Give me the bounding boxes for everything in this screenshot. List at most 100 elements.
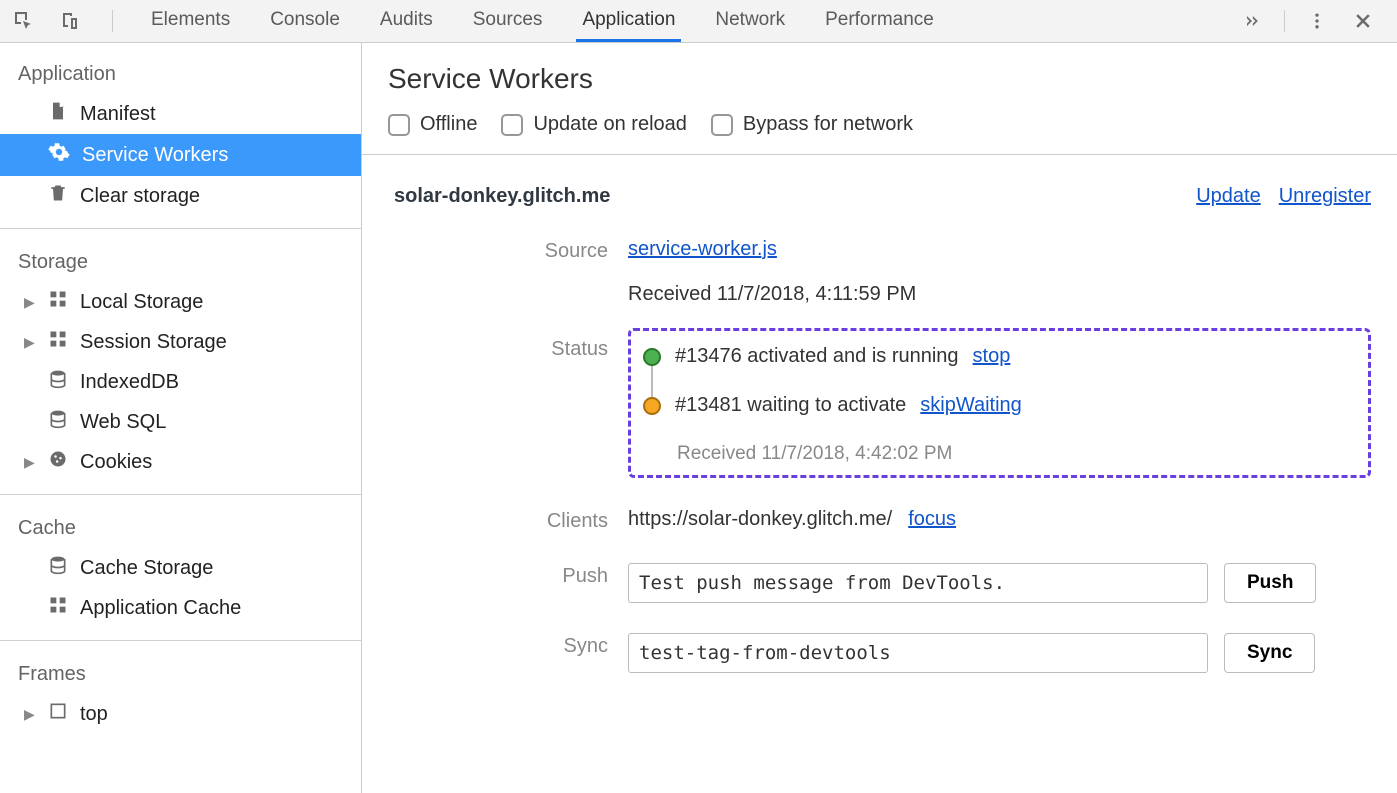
sync-label: Sync: [388, 633, 608, 658]
source-label: Source: [388, 238, 608, 263]
sidebar-item-label: Clear storage: [80, 185, 200, 208]
checkbox-bypass-for-network[interactable]: Bypass for network: [711, 113, 913, 136]
checkbox-offline[interactable]: Offline: [388, 113, 477, 136]
checkbox-icon: [501, 114, 523, 136]
push-label: Push: [388, 563, 608, 588]
tab-console[interactable]: Console: [264, 0, 346, 42]
page-title: Service Workers: [388, 63, 1371, 95]
tab-bar: Elements Console Audits Sources Application N…: [145, 0, 940, 42]
focus-link[interactable]: focus: [908, 508, 956, 531]
db-icon: [48, 369, 68, 395]
grid-icon: [48, 329, 68, 355]
sidebar-item-top[interactable]: ▶ top: [0, 694, 361, 734]
tab-sources[interactable]: Sources: [467, 0, 549, 42]
stop-link[interactable]: stop: [973, 345, 1011, 368]
frame-icon: [48, 701, 68, 727]
chevron-right-icon: ▶: [24, 454, 36, 471]
tab-network[interactable]: Network: [709, 0, 791, 42]
checkbox-label: Update on reload: [533, 113, 686, 136]
main: ApplicationManifestService WorkersClear …: [0, 43, 1397, 793]
gear-icon: [48, 141, 70, 169]
status-value: #13476 activated and is running stop #13…: [628, 336, 1371, 478]
status-line-active: #13476 activated and is running stop: [643, 345, 1350, 368]
update-link[interactable]: Update: [1196, 185, 1261, 208]
grid-icon: [48, 289, 68, 315]
sidebar-item-manifest[interactable]: Manifest: [0, 94, 361, 134]
checkbox-icon: [388, 114, 410, 136]
unregister-link[interactable]: Unregister: [1279, 185, 1371, 208]
push-input[interactable]: [628, 563, 1208, 603]
separator: [1284, 10, 1285, 32]
sidebar-item-label: Session Storage: [80, 331, 227, 354]
sync-input[interactable]: [628, 633, 1208, 673]
chevron-right-icon: ▶: [24, 294, 36, 311]
device-icon[interactable]: [56, 7, 84, 35]
checkbox-label: Offline: [420, 113, 477, 136]
sidebar-item-local-storage[interactable]: ▶ Local Storage: [0, 282, 361, 322]
options-row: Offline Update on reload Bypass for networ…: [388, 113, 1371, 136]
toolbar-left: [0, 7, 123, 35]
sidebar-item-session-storage[interactable]: ▶ Session Storage: [0, 322, 361, 362]
sidebar-section-frames: Frames: [0, 653, 361, 694]
source-file-link[interactable]: service-worker.js: [628, 238, 777, 260]
sidebar-item-clear-storage[interactable]: Clear storage: [0, 176, 361, 216]
sidebar-item-application-cache[interactable]: Application Cache: [0, 588, 361, 628]
sidebar-item-label: Web SQL: [80, 411, 166, 434]
origin-title: solar-donkey.glitch.me: [394, 185, 610, 208]
push-button[interactable]: Push: [1224, 563, 1316, 603]
kebab-menu-icon[interactable]: [1303, 7, 1331, 35]
tab-application[interactable]: Application: [576, 0, 681, 42]
chevron-right-icon: ▶: [24, 706, 36, 723]
sync-button[interactable]: Sync: [1224, 633, 1315, 673]
checkbox-update-on-reload[interactable]: Update on reload: [501, 113, 686, 136]
source-received: Received 11/7/2018, 4:11:59 PM: [628, 283, 1371, 306]
sidebar: ApplicationManifestService WorkersClear …: [0, 43, 362, 793]
sidebar-item-cache-storage[interactable]: Cache Storage: [0, 548, 361, 588]
status-dot-orange-icon: [643, 397, 661, 415]
sidebar-item-label: top: [80, 703, 108, 726]
sidebar-item-label: Service Workers: [82, 144, 228, 167]
status-label: Status: [388, 336, 608, 361]
clients-value: https://solar-donkey.glitch.me/ focus: [628, 508, 1371, 531]
toolbar-right: [1238, 7, 1397, 35]
db-icon: [48, 409, 68, 435]
origin-actions: Update Unregister: [1196, 185, 1371, 208]
db-icon: [48, 555, 68, 581]
tab-elements[interactable]: Elements: [145, 0, 236, 42]
more-tabs-icon[interactable]: [1238, 7, 1266, 35]
clients-url: https://solar-donkey.glitch.me/: [628, 508, 892, 531]
sidebar-item-web-sql[interactable]: Web SQL: [0, 402, 361, 442]
sidebar-item-service-workers[interactable]: Service Workers: [0, 134, 361, 176]
origin-row: solar-donkey.glitch.me Update Unregister: [388, 155, 1371, 228]
status-text: #13481 waiting to activate: [675, 394, 906, 417]
sidebar-section-cache: Cache: [0, 507, 361, 548]
skipwaiting-link[interactable]: skipWaiting: [920, 394, 1022, 417]
status-text: #13476 activated and is running: [675, 345, 959, 368]
sidebar-item-indexeddb[interactable]: IndexedDB: [0, 362, 361, 402]
sidebar-item-label: Local Storage: [80, 291, 203, 314]
checkbox-icon: [711, 114, 733, 136]
content-pane: Service Workers Offline Update on reload B…: [362, 43, 1397, 793]
status-box: #13476 activated and is running stop #13…: [628, 328, 1371, 478]
sidebar-item-label: Manifest: [80, 103, 156, 126]
devtools-toolbar: Elements Console Audits Sources Application N…: [0, 0, 1397, 43]
trash-icon: [48, 183, 68, 209]
tab-audits[interactable]: Audits: [374, 0, 439, 42]
sidebar-item-cookies[interactable]: ▶ Cookies: [0, 442, 361, 482]
chevron-right-icon: ▶: [24, 334, 36, 351]
source-value: service-worker.js Received 11/7/2018, 4:…: [628, 238, 1371, 306]
status-received: Received 11/7/2018, 4:42:02 PM: [677, 443, 1350, 465]
checkbox-label: Bypass for network: [743, 113, 913, 136]
close-icon[interactable]: [1349, 7, 1377, 35]
sync-value: Sync: [628, 633, 1371, 673]
separator: [112, 10, 113, 32]
file-icon: [48, 101, 68, 127]
sidebar-item-label: Application Cache: [80, 597, 241, 620]
status-dot-green-icon: [643, 348, 661, 366]
sidebar-item-label: Cache Storage: [80, 557, 213, 580]
inspect-icon[interactable]: [10, 7, 38, 35]
status-line-waiting: #13481 waiting to activate skipWaiting: [643, 394, 1350, 417]
grid-icon: [48, 595, 68, 621]
sidebar-item-label: Cookies: [80, 451, 152, 474]
tab-performance[interactable]: Performance: [819, 0, 940, 42]
